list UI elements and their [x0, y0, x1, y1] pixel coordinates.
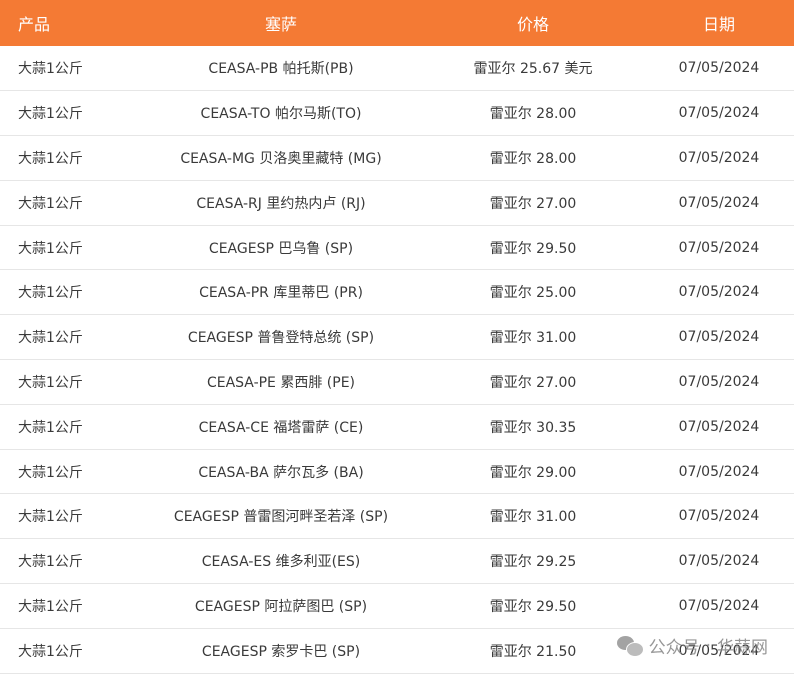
cell-product: 大蒜1公斤: [18, 195, 83, 212]
cell-ceasa: CEAGESP 索罗卡巴 (SP): [201, 643, 361, 660]
cell-price: 雷亚尔 29.00: [489, 464, 577, 481]
cell-product: 大蒜1公斤: [18, 150, 83, 167]
cell-price: 雷亚尔 21.50: [489, 643, 577, 660]
cell-date: 07/05/2024: [678, 105, 760, 122]
watermark-account: 公众号: [648, 638, 700, 658]
cell-ceasa: CEAGESP 阿拉萨图巴 (SP): [194, 598, 368, 615]
cell-product: 大蒜1公斤: [18, 419, 83, 436]
cell-ceasa: CEASA-CE 福塔雷萨 (CE): [198, 419, 364, 436]
cell-price: 雷亚尔 31.00: [489, 509, 577, 526]
cell-price: 雷亚尔 29.50: [489, 240, 577, 257]
cell-product: 大蒜1公斤: [18, 464, 83, 481]
header-ceasa[interactable]: 塞萨: [140, 0, 422, 46]
cell-date: 07/05/2024: [678, 60, 760, 77]
cell-ceasa: CEASA-ES 维多利亚(ES): [201, 554, 361, 571]
cell-date: 07/05/2024: [678, 418, 760, 435]
cell-price: 雷亚尔 28.00: [489, 150, 577, 167]
cell-price: 雷亚尔 28.00: [489, 106, 577, 123]
cell-product: 大蒜1公斤: [18, 106, 83, 123]
cell-date: 07/05/2024: [678, 149, 760, 166]
cell-price: 雷亚尔 27.00: [489, 374, 577, 391]
cell-ceasa: CEAGESP 普雷图河畔圣若泽 (SP): [173, 509, 389, 526]
table-row: 大蒜1公斤 CEASA-MG 贝洛奥里藏特 (MG) 雷亚尔 28.00 07/05/…: [0, 136, 794, 181]
table-row: 大蒜1公斤 CEAGESP 普鲁登特总统 (SP) 雷亚尔 31.00 07/05/2…: [0, 315, 794, 360]
cell-price: 雷亚尔 25.00: [489, 285, 577, 302]
table-row: 大蒜1公斤 CEASA-CE 福塔雷萨 (CE) 雷亚尔 30.35 07/05/20…: [0, 404, 794, 450]
price-table-page: 产品 塞萨 价格 日期 大蒜1公斤 CEASA-PB 帕托斯(PB) 雷亚尔 25.…: [0, 0, 794, 678]
watermark-separator: ·: [705, 635, 711, 656]
wechat-icon: [616, 635, 644, 657]
cell-price: 雷亚尔 30.35: [489, 419, 577, 436]
cell-price: 雷亚尔 25.67 美元: [473, 61, 593, 78]
table-row: 大蒜1公斤 CEASA-PE 累西腓 (PE) 雷亚尔 27.00 07/05/202…: [0, 360, 794, 405]
cell-price: 雷亚尔 27.00: [489, 195, 577, 212]
cell-ceasa: CEASA-PE 累西腓 (PE): [206, 374, 356, 391]
table-row: 大蒜1公斤 CEASA-PB 帕托斯(PB) 雷亚尔 25.67 美元 07/05/2…: [0, 46, 794, 91]
cell-ceasa: CEASA-PB 帕托斯(PB): [208, 61, 354, 78]
cell-date: 07/05/2024: [678, 194, 760, 211]
cell-ceasa: CEASA-RJ 里约热内卢 (RJ): [196, 195, 366, 212]
table-body: 大蒜1公斤 CEASA-PB 帕托斯(PB) 雷亚尔 25.67 美元 07/05/2…: [0, 46, 794, 674]
header-date[interactable]: 日期: [644, 0, 794, 46]
cell-price: 雷亚尔 29.50: [489, 598, 577, 615]
table-row: 大蒜1公斤 CEASA-RJ 里约热内卢 (RJ) 雷亚尔 27.00 07/05/2…: [0, 180, 794, 226]
cell-product: 大蒜1公斤: [18, 61, 83, 78]
cell-date: 07/05/2024: [678, 284, 760, 301]
header-product[interactable]: 产品: [0, 0, 140, 46]
cell-product: 大蒜1公斤: [18, 554, 83, 571]
cell-date: 07/05/2024: [678, 373, 760, 390]
cell-ceasa: CEASA-MG 贝洛奥里藏特 (MG): [180, 150, 382, 167]
cell-date: 07/05/2024: [678, 553, 760, 570]
table-row: 大蒜1公斤 CEAGESP 普雷图河畔圣若泽 (SP) 雷亚尔 31.00 07/05…: [0, 494, 794, 539]
cell-ceasa: CEAGESP 普鲁登特总统 (SP): [187, 330, 375, 347]
table-row: 大蒜1公斤 CEASA-ES 维多利亚(ES) 雷亚尔 29.25 07/05/202…: [0, 539, 794, 584]
cell-product: 大蒜1公斤: [18, 285, 83, 302]
cell-date: 07/05/2024: [678, 463, 760, 480]
watermark: 公众号 · 华蒜网: [616, 633, 768, 658]
cell-date: 07/05/2024: [678, 508, 760, 525]
cell-product: 大蒜1公斤: [18, 598, 83, 615]
price-table: 产品 塞萨 价格 日期 大蒜1公斤 CEASA-PB 帕托斯(PB) 雷亚尔 25.…: [0, 0, 794, 674]
table-row: 大蒜1公斤 CEAGESP 阿拉萨图巴 (SP) 雷亚尔 29.50 07/05/20…: [0, 584, 794, 629]
table-row: 大蒜1公斤 CEAGESP 巴乌鲁 (SP) 雷亚尔 29.50 07/05/2024: [0, 225, 794, 270]
watermark-name: 华蒜网: [717, 638, 768, 658]
table-row: 大蒜1公斤 CEASA-BA 萨尔瓦多 (BA) 雷亚尔 29.00 07/05/20…: [0, 449, 794, 494]
table-row: 大蒜1公斤 CEASA-TO 帕尔马斯(TO) 雷亚尔 28.00 07/05/202…: [0, 91, 794, 136]
cell-date: 07/05/2024: [678, 329, 760, 346]
cell-date: 07/05/2024: [678, 239, 760, 256]
cell-date: 07/05/2024: [678, 597, 760, 614]
table-header: 产品 塞萨 价格 日期: [0, 0, 794, 46]
cell-price: 雷亚尔 29.25: [489, 554, 577, 571]
cell-product: 大蒜1公斤: [18, 509, 83, 526]
cell-price: 雷亚尔 31.00: [489, 330, 577, 347]
header-price[interactable]: 价格: [422, 0, 644, 46]
cell-ceasa: CEASA-PR 库里蒂巴 (PR): [199, 285, 363, 302]
cell-product: 大蒜1公斤: [18, 240, 83, 257]
table-row: 大蒜1公斤 CEASA-PR 库里蒂巴 (PR) 雷亚尔 25.00 07/05/20…: [0, 270, 794, 315]
header-row: 产品 塞萨 价格 日期: [0, 0, 794, 46]
cell-ceasa: CEAGESP 巴乌鲁 (SP): [208, 240, 354, 257]
cell-product: 大蒜1公斤: [18, 330, 83, 347]
cell-product: 大蒜1公斤: [18, 374, 83, 391]
cell-product: 大蒜1公斤: [18, 643, 83, 660]
cell-ceasa: CEASA-BA 萨尔瓦多 (BA): [198, 464, 364, 481]
cell-ceasa: CEASA-TO 帕尔马斯(TO): [200, 106, 362, 123]
